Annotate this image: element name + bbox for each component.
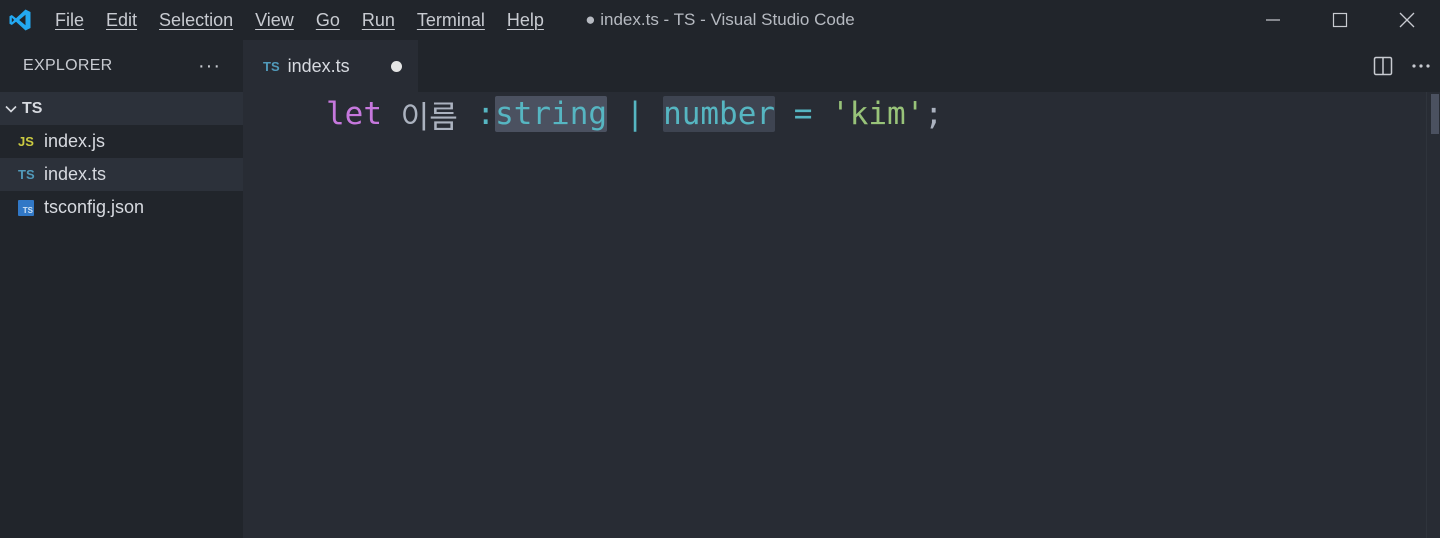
file-label: tsconfig.json	[44, 197, 145, 217]
token-colon: :	[476, 96, 496, 132]
explorer-more-icon[interactable]: ···	[198, 55, 221, 78]
editor-actions	[1364, 40, 1440, 92]
menu-run[interactable]: Run	[351, 10, 406, 31]
file-index-ts[interactable]: TS index.ts	[0, 158, 243, 191]
token-string-literal: 'kim'	[831, 96, 925, 132]
menu-selection[interactable]: Selection	[148, 10, 244, 31]
explorer-header: EXPLORER ···	[0, 40, 243, 92]
split-editor-button[interactable]	[1364, 40, 1402, 92]
unsaved-dot-icon[interactable]	[391, 61, 402, 72]
menu-file[interactable]: File	[44, 10, 95, 31]
file-index-js[interactable]: JS index.js	[0, 125, 243, 158]
vscode-logo-icon	[0, 0, 40, 40]
folder-ts[interactable]: TS	[0, 92, 243, 125]
chevron-down-icon	[0, 102, 22, 116]
token-type-string: string	[495, 96, 608, 132]
editor-scrollbar[interactable]	[1426, 92, 1440, 538]
minimize-button[interactable]	[1239, 0, 1306, 40]
tab-index-ts[interactable]: TS index.ts	[243, 40, 418, 92]
maximize-button[interactable]	[1306, 0, 1373, 40]
token-identifier: 이름	[400, 99, 458, 136]
tsconfig-badge: TS	[18, 199, 34, 216]
minimize-icon	[1265, 19, 1280, 21]
explorer-title: EXPLORER	[23, 57, 113, 74]
token-equals: =	[793, 96, 813, 132]
token-semicolon: ;	[924, 96, 944, 132]
file-label: index.ts	[44, 164, 107, 184]
file-tsconfig-json[interactable]: TS tsconfig.json	[0, 191, 243, 224]
scrollbar-thumb[interactable]	[1431, 94, 1439, 134]
menu-help[interactable]: Help	[496, 10, 555, 31]
explorer-sidebar: EXPLORER ··· TS JS index.js TS index.ts …	[0, 40, 243, 538]
ts-file-icon: TS	[263, 58, 280, 74]
token-pipe: |	[625, 96, 645, 132]
tsconfig-file-icon: TS	[18, 199, 40, 216]
folder-name: TS	[22, 99, 43, 117]
menu-view[interactable]: View	[244, 10, 305, 31]
close-button[interactable]	[1373, 0, 1440, 40]
split-editor-icon	[1373, 56, 1393, 76]
more-actions-icon	[1412, 64, 1430, 68]
window-controls	[1239, 0, 1440, 40]
title-bar: File Edit Selection View Go Run Terminal…	[0, 0, 1440, 40]
ts-file-icon: TS	[18, 167, 35, 182]
file-label: index.js	[44, 131, 106, 151]
editor-tab-bar: TS index.ts	[243, 40, 1440, 92]
tab-label: index.ts	[287, 55, 350, 76]
close-icon	[1399, 12, 1414, 28]
js-file-icon: JS	[18, 134, 34, 149]
more-actions-button[interactable]	[1402, 40, 1440, 92]
maximize-icon	[1332, 12, 1347, 28]
code-editor[interactable]: let 이름 : string | number = 'kim';	[243, 92, 1426, 538]
menu-bar: File Edit Selection View Go Run Terminal…	[44, 0, 555, 40]
token-type-number: number	[663, 96, 776, 132]
menu-edit[interactable]: Edit	[95, 10, 148, 31]
code-line-1[interactable]: let 이름 : string | number = 'kim';	[326, 92, 943, 136]
menu-go[interactable]: Go	[305, 10, 351, 31]
menu-terminal[interactable]: Terminal	[406, 10, 496, 31]
token-keyword: let	[326, 96, 382, 132]
